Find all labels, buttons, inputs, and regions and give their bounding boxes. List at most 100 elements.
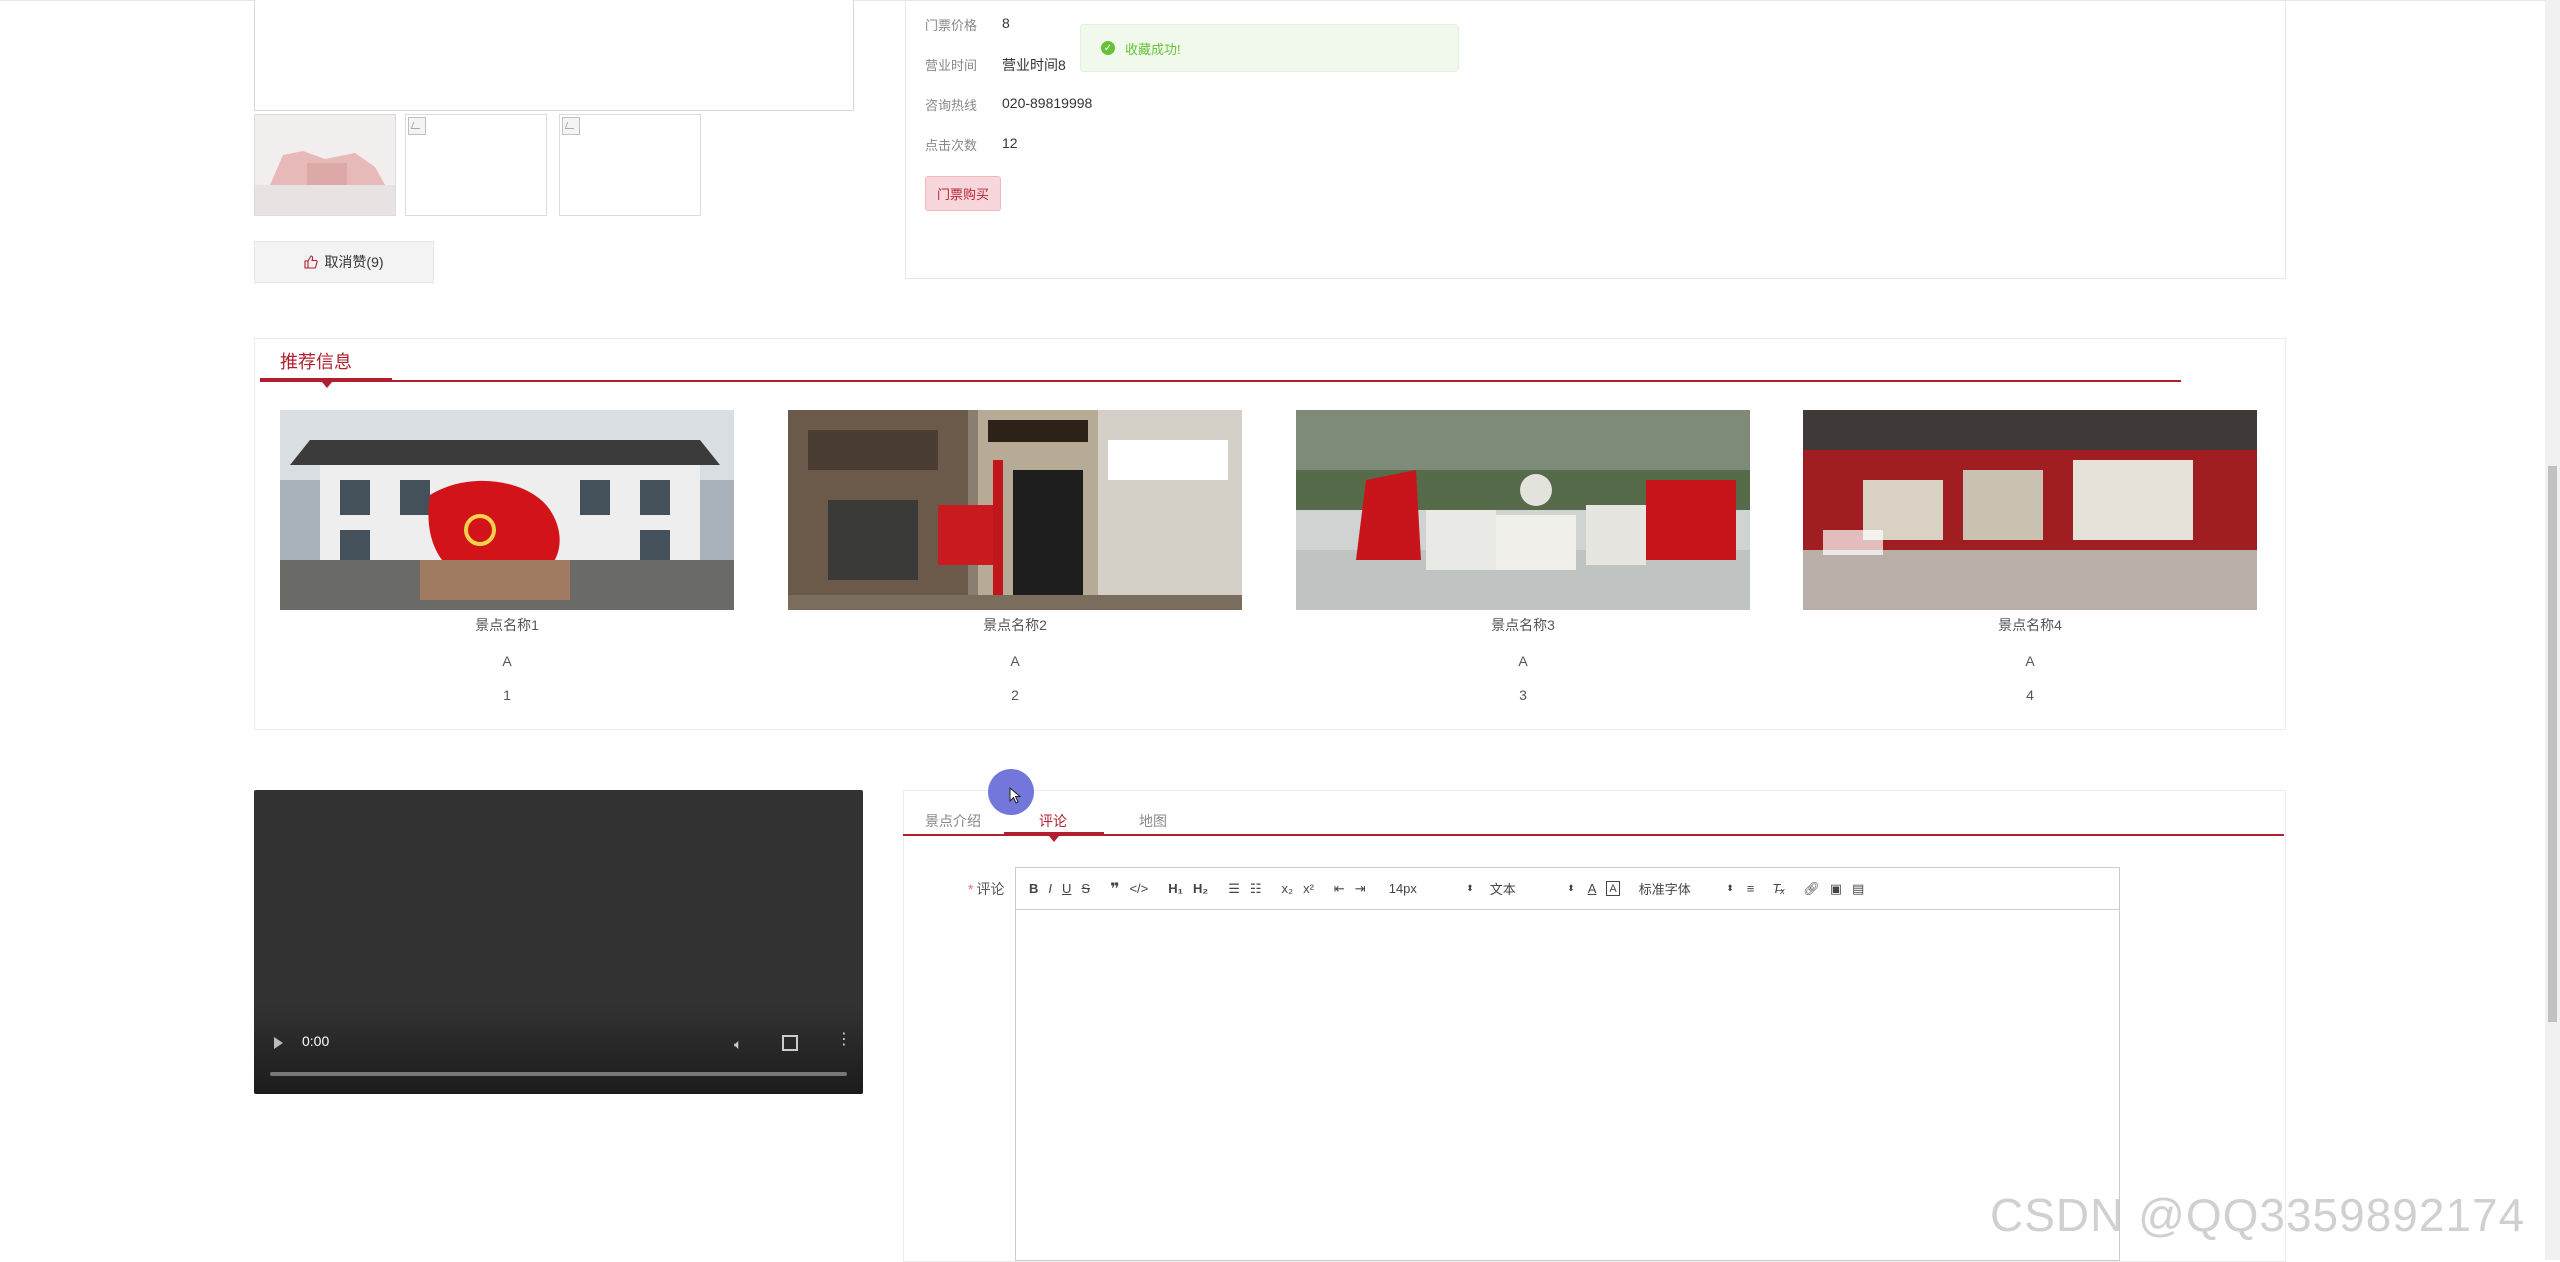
recommend-card-4[interactable]: 景点名称4 A 4: [1803, 410, 2257, 703]
background-color-icon[interactable]: A: [1606, 881, 1620, 896]
volume-icon[interactable]: 🔈︎: [734, 1036, 742, 1053]
recommend-number: 4: [2026, 687, 2034, 703]
main-image-frame: [254, 0, 854, 111]
info-label: 门票价格: [925, 18, 978, 33]
tab-divider: [903, 834, 2284, 836]
blockquote-icon[interactable]: ❞: [1110, 879, 1119, 899]
check-circle-icon: ✓: [1101, 41, 1115, 55]
recommend-image-2[interactable]: [788, 410, 1242, 610]
building-photo-1: [280, 410, 734, 610]
outdent-icon[interactable]: ⇤: [1334, 879, 1345, 899]
recommend-card-2[interactable]: 景点名称2 A 2: [788, 410, 1242, 703]
buy-ticket-button[interactable]: 门票购买: [925, 176, 1001, 211]
link-icon[interactable]: 🔗︎: [1803, 879, 1820, 899]
recommend-name: 景点名称2: [983, 617, 1047, 633]
code-block-icon[interactable]: </>: [1129, 879, 1148, 899]
recommend-divider: [260, 380, 2181, 382]
header-value: 文本: [1489, 882, 1516, 897]
strikethrough-icon[interactable]: S: [1081, 879, 1090, 899]
info-label: 点击次数: [925, 138, 978, 153]
info-value: 8: [1002, 15, 1010, 31]
ordered-list-icon[interactable]: ☰: [1228, 879, 1240, 899]
recommend-image-1[interactable]: [280, 410, 734, 610]
heading-1-icon[interactable]: H₁: [1168, 879, 1183, 899]
header-select[interactable]: 文本 ⬍: [1490, 879, 1575, 899]
play-icon[interactable]: [274, 1037, 283, 1049]
recommend-number: 2: [1011, 687, 1019, 703]
toast-message: 收藏成功!: [1125, 41, 1181, 57]
superscript-icon[interactable]: x²: [1303, 879, 1314, 899]
info-label: 营业时间: [925, 58, 978, 73]
thumbnail-2[interactable]: [405, 114, 547, 216]
italic-icon[interactable]: I: [1048, 879, 1052, 899]
info-row-price: 门票价格 8: [925, 15, 1010, 34]
tab-map[interactable]: 地图: [1139, 811, 1167, 831]
mouse-pointer-icon: [1009, 787, 1022, 804]
indent-icon[interactable]: ⇥: [1355, 879, 1366, 899]
bold-icon[interactable]: B: [1029, 879, 1038, 899]
video-icon[interactable]: ▤: [1852, 879, 1864, 899]
recommend-level: A: [1010, 653, 1020, 669]
caret-down-icon: [1049, 836, 1059, 842]
video-progress-track[interactable]: [270, 1072, 847, 1076]
heading-2-icon[interactable]: H₂: [1193, 879, 1208, 899]
required-mark: *: [968, 881, 974, 897]
select-arrows-icon: ⬍: [1726, 883, 1734, 893]
comment-editor[interactable]: [1015, 908, 2120, 1261]
unlike-button[interactable]: 取消赞(9): [254, 241, 434, 283]
recommend-card-3[interactable]: 景点名称3 A 3: [1296, 410, 1750, 703]
recommend-level: A: [502, 653, 512, 669]
info-row-hotline: 咨询热线 020-89819998: [925, 95, 1092, 114]
editor-toolbar: B I U S ❞ </> H₁ H₂ ☰ ☷ x₂ x² ⇤ ⇥ 14px ⬍ …: [1015, 867, 2120, 910]
font-size-value: 14px: [1388, 881, 1417, 896]
video-time: 0:00: [302, 1033, 330, 1049]
recommend-title: 推荐信息: [280, 352, 352, 372]
underline-icon[interactable]: U: [1062, 879, 1071, 899]
recommend-name: 景点名称3: [1491, 617, 1555, 633]
font-color-icon[interactable]: A: [1588, 879, 1597, 899]
video-player[interactable]: 0:00 🔈︎ ⋮: [254, 790, 863, 1094]
watermark: CSDN @QQ3359892174: [1990, 1189, 2526, 1241]
tab-comment[interactable]: 评论: [1039, 811, 1067, 831]
clear-format-icon[interactable]: T̶ₓ: [1772, 879, 1785, 899]
select-arrows-icon: ⬍: [1567, 883, 1575, 893]
recommend-card-1[interactable]: 景点名称1 A 1: [280, 410, 734, 703]
exhibition-hall-photo-4: [1803, 410, 2257, 610]
fullscreen-icon[interactable]: [782, 1035, 798, 1051]
recommend-image-3[interactable]: [1296, 410, 1750, 610]
info-row-hours: 营业时间 营业时间8: [925, 55, 1066, 75]
recommend-name: 景点名称4: [1998, 617, 2062, 633]
thumbs-up-icon: [304, 255, 319, 269]
info-value: 020-89819998: [1002, 95, 1093, 111]
broken-image-icon: [408, 117, 426, 135]
unlike-label: 取消赞(9): [324, 254, 384, 270]
image-icon[interactable]: ▣: [1830, 879, 1842, 899]
font-family-select[interactable]: 标准字体 ⬍: [1639, 879, 1734, 899]
font-family-value: 标准字体: [1638, 882, 1691, 897]
recommend-level: A: [1518, 653, 1528, 669]
thumbnail-3[interactable]: [559, 114, 701, 216]
bullet-list-icon[interactable]: ☷: [1250, 879, 1262, 899]
comment-label: * 评论: [968, 879, 1004, 899]
recommend-image-4[interactable]: [1803, 410, 2257, 610]
info-value: 营业时间8: [1002, 57, 1066, 73]
subscript-icon[interactable]: x₂: [1282, 879, 1294, 899]
info-label: 咨询热线: [925, 98, 978, 113]
recommend-number: 1: [503, 687, 511, 703]
thumbnail-1[interactable]: [254, 114, 396, 216]
scrollbar-thumb[interactable]: [2548, 466, 2557, 1022]
info-value: 12: [1002, 135, 1018, 151]
video-controls-overlay: [254, 1004, 863, 1094]
building-photo-2: [788, 410, 1242, 610]
caret-down-icon: [322, 382, 332, 388]
tab-intro[interactable]: 景点介绍: [925, 811, 981, 831]
thumbnail-1-image: [255, 115, 395, 215]
info-row-clicks: 点击次数 12: [925, 135, 1018, 154]
align-icon[interactable]: ≡: [1747, 879, 1755, 899]
broken-image-icon: [562, 117, 580, 135]
comment-label-text: 评论: [976, 881, 1005, 897]
select-arrows-icon: ⬍: [1466, 883, 1474, 893]
memorial-photo-3: [1296, 410, 1750, 610]
more-options-icon[interactable]: ⋮: [836, 1032, 852, 1048]
font-size-select[interactable]: 14px ⬍: [1389, 879, 1474, 899]
